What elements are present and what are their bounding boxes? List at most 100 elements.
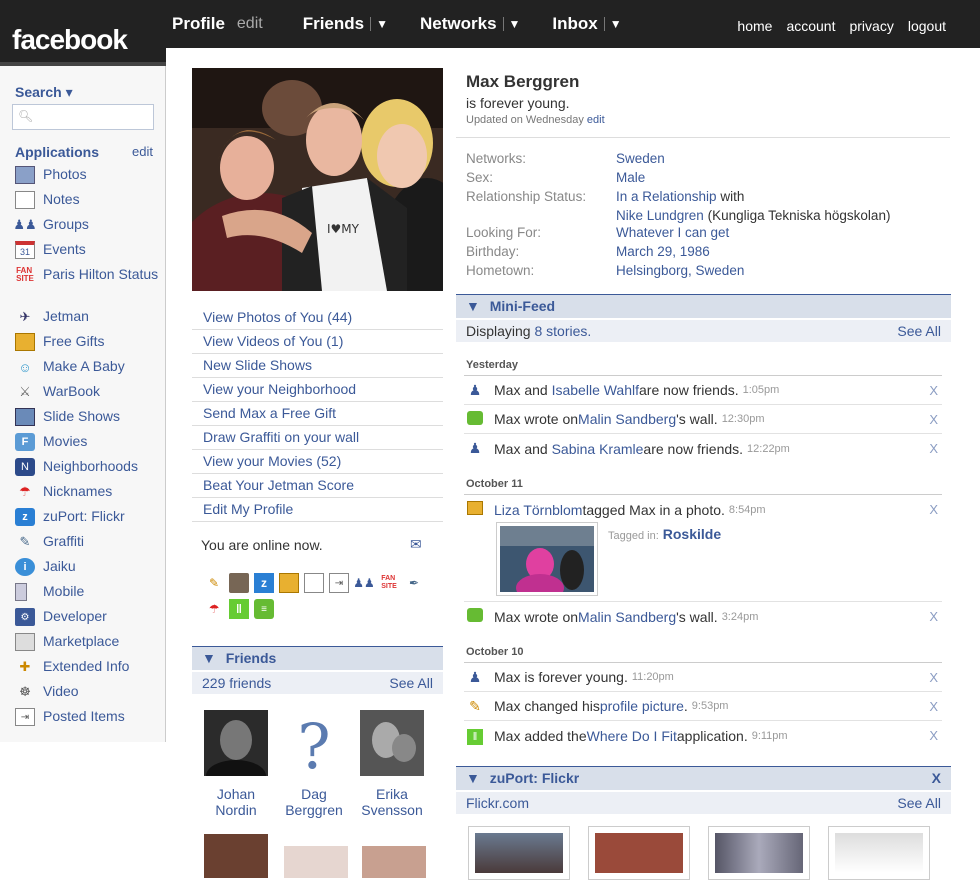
sidebar-item-warbook[interactable]: ⚔ WarBook: [15, 383, 163, 408]
friend-photo-partial[interactable]: [204, 834, 268, 878]
draw-graffiti-link[interactable]: Draw Graffiti on your wall: [192, 426, 443, 450]
remove-story-button[interactable]: X: [929, 699, 938, 714]
remove-story-button[interactable]: X: [929, 670, 938, 685]
feed-person-link[interactable]: Malin Sandberg: [578, 411, 676, 427]
sidebar-item-developer[interactable]: ⚙ Developer: [15, 608, 163, 633]
stories-count-link[interactable]: 8 stories.: [534, 323, 591, 339]
flickr-thumbnail[interactable]: [468, 826, 570, 880]
applications-edit-link[interactable]: edit: [132, 144, 153, 160]
flickr-thumbnail[interactable]: [708, 826, 810, 880]
fan-icon[interactable]: FAN SITE: [379, 573, 399, 593]
umbrella-icon[interactable]: ☂: [204, 599, 224, 619]
remove-story-button[interactable]: X: [929, 383, 938, 398]
friend-photo[interactable]: [204, 710, 268, 792]
sidebar-item-jaiku[interactable]: i Jaiku: [15, 558, 163, 583]
wall-icon[interactable]: ≡: [254, 599, 274, 619]
friend-photo-partial[interactable]: [362, 846, 426, 878]
sidebar-item-paris-hilton-status[interactable]: FAN SITE Paris Hilton Status: [15, 266, 163, 308]
nav-profile[interactable]: Profile: [172, 14, 225, 34]
nav-profile-edit[interactable]: edit: [237, 15, 263, 33]
sidebar-item-photos[interactable]: Photos: [15, 166, 163, 191]
jetman-score-link[interactable]: Beat Your Jetman Score: [192, 474, 443, 498]
minifeed-see-all-link[interactable]: See All: [897, 320, 941, 342]
remove-story-button[interactable]: X: [929, 609, 938, 624]
search-input[interactable]: 🔍︎: [12, 104, 154, 130]
sidebar-item-free-gifts[interactable]: Free Gifts: [15, 333, 163, 358]
friend-name[interactable]: Erika Svensson: [352, 786, 432, 818]
relationship-status-link[interactable]: In a Relationship: [616, 189, 717, 204]
sidebar-item-nicknames[interactable]: ☂ Nicknames: [15, 483, 163, 508]
application-link[interactable]: Where Do I Fit: [587, 728, 677, 744]
new-slide-shows-link[interactable]: New Slide Shows: [192, 354, 443, 378]
chat-icon[interactable]: ✉: [410, 536, 422, 553]
collapse-triangle-icon[interactable]: ▼: [466, 770, 480, 786]
profile-picture-link[interactable]: profile picture: [600, 698, 684, 714]
gift-icon[interactable]: [279, 573, 299, 593]
networks-dropdown-icon[interactable]: ▼: [502, 17, 520, 31]
pen-icon[interactable]: ✒: [404, 573, 424, 593]
sidebar-item-marketplace[interactable]: Marketplace: [15, 633, 163, 658]
friend-name[interactable]: Dag Berggren: [274, 786, 354, 818]
friend-johan-nordin[interactable]: Johan Nordin: [196, 710, 276, 818]
nav-friends[interactable]: Friends: [303, 14, 364, 34]
view-neighborhood-link[interactable]: View your Neighborhood: [192, 378, 443, 402]
sidebar-item-events[interactable]: 31 Events: [15, 241, 163, 266]
briefcase-icon[interactable]: [229, 573, 249, 593]
sidebar-item-zuport-flickr[interactable]: z zuPort: Flickr: [15, 508, 163, 533]
remove-story-button[interactable]: X: [929, 441, 938, 456]
sidebar-item-posted-items[interactable]: ⇥ Posted Items: [15, 708, 163, 733]
flickr-thumbnail[interactable]: [828, 826, 930, 880]
search-label[interactable]: Search ▾: [15, 84, 73, 101]
flickr-icon[interactable]: z: [254, 573, 274, 593]
friends-box-header[interactable]: ▼ Friends: [192, 646, 443, 670]
friends-count-link[interactable]: 229 friends: [202, 672, 271, 694]
remove-story-button[interactable]: X: [929, 728, 938, 743]
nav-logout[interactable]: logout: [908, 18, 946, 34]
friend-name[interactable]: Johan Nordin: [196, 786, 276, 818]
sidebar-item-notes[interactable]: Notes: [15, 191, 163, 216]
feed-person-link[interactable]: Liza Törnblom: [494, 502, 582, 518]
nav-home[interactable]: home: [737, 18, 772, 34]
feed-person-link[interactable]: Malin Sandberg: [578, 609, 676, 625]
flickr-box-header[interactable]: ▼ zuPort: Flickr X: [456, 766, 951, 790]
friend-dag-berggren[interactable]: ? Dag Berggren: [274, 710, 354, 818]
friends-dropdown-icon[interactable]: ▼: [370, 17, 388, 31]
view-movies-link[interactable]: View your Movies (52): [192, 450, 443, 474]
sidebar-item-mobile[interactable]: Mobile: [15, 583, 163, 608]
nav-privacy[interactable]: privacy: [849, 18, 893, 34]
facebook-logo[interactable]: facebook: [12, 24, 128, 56]
remove-story-button[interactable]: X: [929, 502, 938, 517]
tagged-place-link[interactable]: Roskilde: [663, 526, 721, 542]
flickr-see-all-link[interactable]: See All: [897, 792, 941, 814]
sidebar-item-neighborhoods[interactable]: N Neighborhoods: [15, 458, 163, 483]
friend-photo-partial[interactable]: [284, 846, 348, 878]
sidebar-item-make-a-baby[interactable]: ☺ Make A Baby: [15, 358, 163, 383]
nav-account[interactable]: account: [786, 18, 835, 34]
flickr-source-link[interactable]: Flickr.com: [466, 792, 529, 814]
flickr-thumbnail[interactable]: [588, 826, 690, 880]
brush-icon[interactable]: ✎: [204, 573, 224, 593]
groups-icon[interactable]: ♟♟: [353, 573, 375, 593]
view-videos-link[interactable]: View Videos of You (1): [192, 330, 443, 354]
friend-erika-svensson[interactable]: Erika Svensson: [352, 710, 432, 818]
friend-photo[interactable]: [360, 710, 424, 776]
remove-story-button[interactable]: X: [929, 412, 938, 427]
sidebar-item-extended-info[interactable]: ✚ Extended Info: [15, 658, 163, 683]
status-edit-link[interactable]: edit: [587, 114, 605, 126]
friend-photo[interactable]: ?: [282, 710, 346, 783]
nav-inbox[interactable]: Inbox: [552, 14, 597, 34]
nav-networks[interactable]: Networks: [420, 14, 497, 34]
tagged-photo-thumbnail[interactable]: [496, 522, 598, 596]
feed-person-link[interactable]: Sabina Kramle: [552, 441, 644, 457]
sidebar-item-groups[interactable]: ♟♟ Groups: [13, 216, 163, 241]
friends-see-all-link[interactable]: See All: [389, 672, 433, 694]
collapse-triangle-icon[interactable]: ▼: [202, 650, 216, 666]
send-gift-link[interactable]: Send Max a Free Gift: [192, 402, 443, 426]
collapse-triangle-icon[interactable]: ▼: [466, 298, 480, 314]
where-do-i-fit-icon[interactable]: ‖: [229, 599, 249, 619]
minifeed-header[interactable]: ▼ Mini-Feed: [456, 294, 951, 318]
close-box-button[interactable]: X: [932, 767, 941, 789]
view-photos-link[interactable]: View Photos of You (44): [192, 306, 443, 330]
partner-link[interactable]: Nike Lundgren: [616, 208, 704, 223]
inbox-dropdown-icon[interactable]: ▼: [603, 17, 622, 31]
